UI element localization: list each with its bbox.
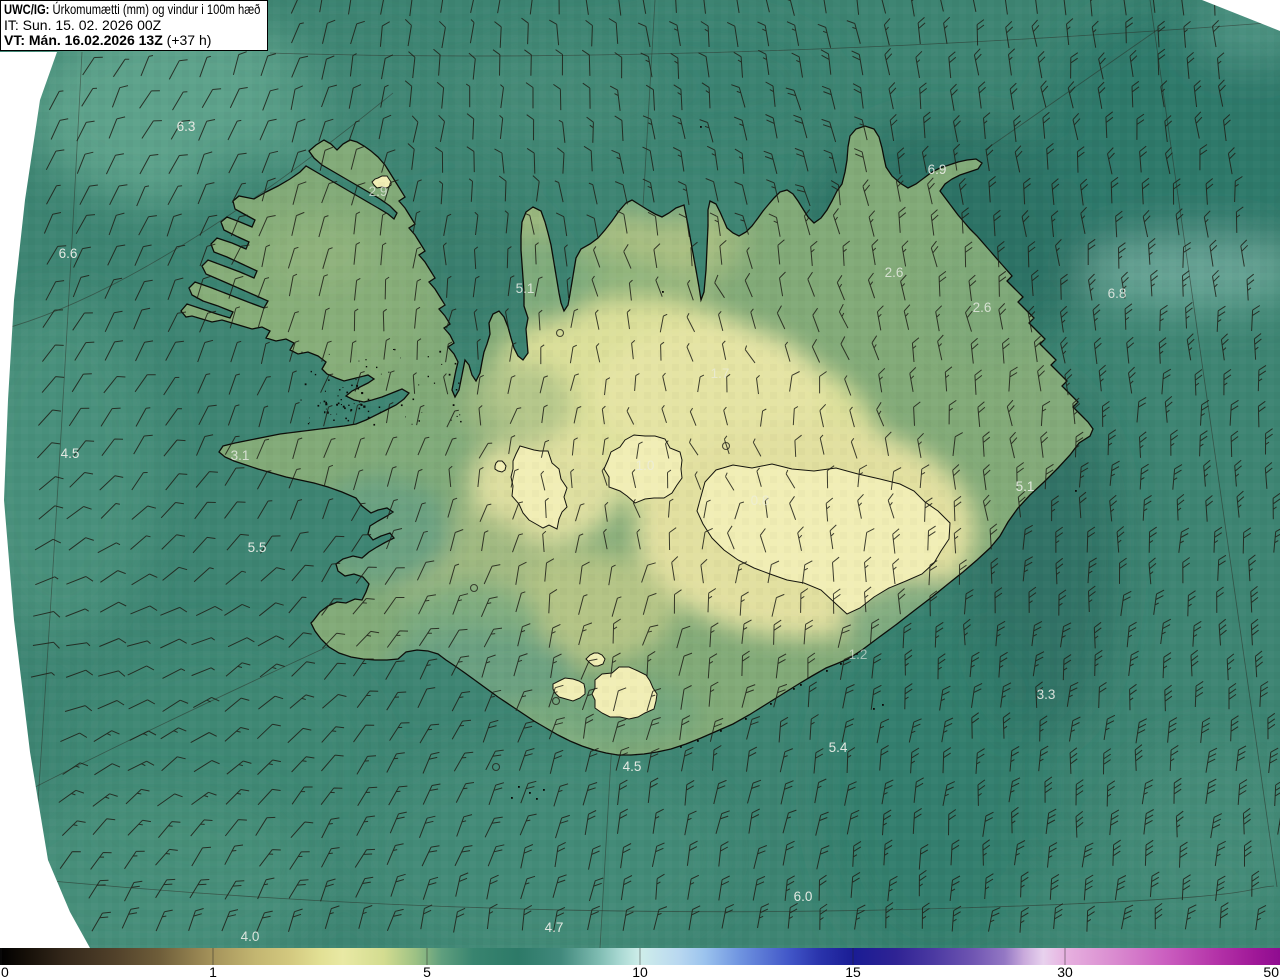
svg-text:4.0: 4.0 [241, 929, 260, 944]
svg-text:6.8: 6.8 [1108, 286, 1127, 301]
svg-text:2.9: 2.9 [369, 184, 388, 199]
svg-text:30: 30 [1057, 964, 1073, 978]
svg-text:5: 5 [423, 964, 431, 978]
svg-text:5.1: 5.1 [1016, 479, 1035, 494]
svg-text:4.7: 4.7 [545, 920, 564, 935]
svg-text:50: 50 [1263, 964, 1279, 978]
svg-text:0.8: 0.8 [751, 493, 770, 508]
svg-text:6.9: 6.9 [928, 162, 947, 177]
svg-text:1.2: 1.2 [849, 647, 868, 662]
svg-text:5.5: 5.5 [248, 540, 267, 555]
svg-text:10: 10 [632, 964, 648, 978]
svg-text:2.6: 2.6 [885, 265, 904, 280]
svg-text:3.3: 3.3 [1037, 687, 1056, 702]
svg-text:0: 0 [1, 964, 9, 978]
svg-text:4.5: 4.5 [61, 446, 80, 461]
svg-text:2.6: 2.6 [973, 300, 992, 315]
svg-text:1.0: 1.0 [636, 458, 655, 473]
svg-text:6.6: 6.6 [59, 246, 78, 261]
svg-text:1: 1 [209, 964, 217, 978]
svg-text:5.4: 5.4 [829, 740, 848, 755]
svg-text:3.1: 3.1 [231, 448, 250, 463]
svg-text:1.7: 1.7 [711, 366, 730, 381]
svg-text:5.1: 5.1 [516, 281, 535, 296]
svg-text:6.0: 6.0 [794, 889, 813, 904]
svg-text:6.3: 6.3 [177, 119, 196, 134]
svg-text:4.5: 4.5 [623, 759, 642, 774]
svg-text:15: 15 [845, 964, 861, 978]
